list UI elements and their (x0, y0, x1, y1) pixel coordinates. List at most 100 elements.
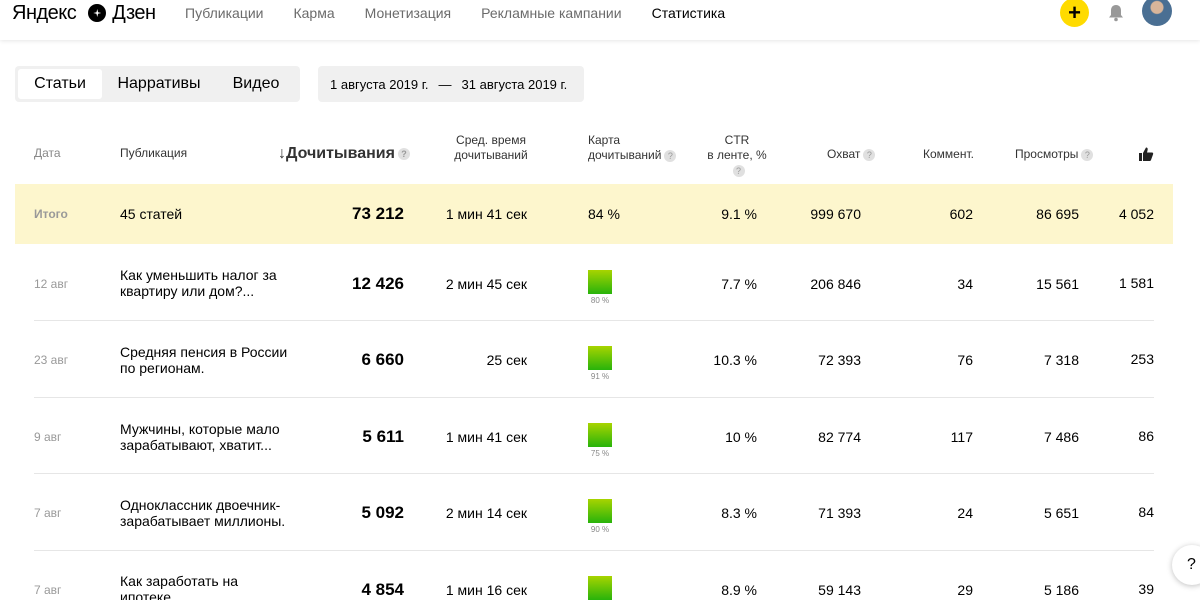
row-reach: 206 846 (810, 276, 861, 292)
content-type-tabs: Статьи Нарративы Видео (15, 66, 300, 102)
row-reads: 6 660 (361, 350, 404, 369)
total-publication: 45 статей (120, 206, 183, 222)
col-reach[interactable]: Охват? (827, 147, 876, 162)
row-date: 7 авг (34, 506, 62, 520)
row-likes: 1 581 (1118, 275, 1154, 291)
read-map-percent: 90 % (590, 525, 610, 534)
row-avg-time: 25 сек (486, 352, 527, 368)
row-ctr: 10 % (725, 429, 757, 445)
col-ctr[interactable]: CTR в ленте, %? (702, 133, 772, 178)
row-date: 23 авг (34, 353, 69, 367)
row-views: 5 651 (1043, 505, 1079, 521)
row-likes: 84 (1138, 504, 1154, 520)
row-title-link[interactable]: Одноклассник двоечник-зарабатывает милли… (120, 497, 290, 529)
row-views: 5 186 (1043, 582, 1079, 598)
date-to: 31 августа 2019 г. (461, 76, 568, 92)
row-date: 12 авг (34, 277, 69, 291)
row-ctr: 10.3 % (713, 352, 757, 368)
read-map-thumbnail[interactable] (588, 499, 612, 523)
col-views-label: Просмотры (1015, 147, 1079, 161)
row-avg-time: 1 мин 41 сек (445, 429, 527, 445)
help-icon[interactable]: ? (397, 147, 410, 160)
row-likes: 39 (1138, 581, 1154, 597)
col-reads-label: ↓Дочитывания (278, 145, 395, 162)
row-reach: 59 143 (818, 582, 861, 598)
row-ctr: 8.3 % (721, 505, 757, 521)
row-reads: 12 426 (352, 274, 404, 293)
read-map-percent: 75 % (590, 449, 610, 458)
help-icon[interactable]: ? (732, 164, 745, 177)
col-map-line1: Карта (588, 133, 621, 147)
total-avg-time: 1 мин 41 сек (445, 206, 527, 222)
row-divider (34, 473, 1154, 474)
logo-yandex-text: Яндекс (12, 1, 77, 24)
col-read-map[interactable]: Карта дочитываний? (588, 133, 677, 163)
col-avg-time[interactable]: Сред. время дочитываний (454, 133, 528, 163)
read-map-thumbnail[interactable] (588, 576, 612, 600)
col-reach-label: Охват (827, 147, 861, 161)
total-reads: 73 212 (352, 204, 404, 223)
read-map-thumbnail[interactable] (588, 423, 612, 447)
date-range-picker[interactable]: 1 августа 2019 г. — 31 августа 2019 г. (318, 66, 584, 102)
logo-zen-text: Дзен (112, 1, 156, 24)
col-ctr-line1: CTR (724, 133, 750, 147)
read-map-percent: 80 % (590, 296, 610, 305)
tab-articles[interactable]: Статьи (18, 69, 102, 99)
help-icon[interactable]: ? (664, 149, 677, 162)
total-ctr: 9.1 % (721, 206, 757, 222)
row-title-link[interactable]: Мужчины, которые мало зарабатывают, хват… (120, 421, 290, 453)
row-reach: 71 393 (818, 505, 861, 521)
row-ctr: 8.9 % (721, 582, 757, 598)
row-likes: 86 (1138, 428, 1154, 444)
row-likes: 253 (1130, 351, 1154, 367)
tab-narratives[interactable]: Нарративы (102, 69, 216, 99)
read-map-thumbnail[interactable] (588, 270, 612, 294)
nav-karma[interactable]: Карма (293, 5, 334, 21)
help-button[interactable]: ? (1172, 545, 1200, 585)
row-avg-time: 2 мин 45 сек (445, 276, 527, 292)
row-date: 9 авг (34, 430, 62, 444)
row-comments: 117 (950, 429, 973, 445)
row-views: 15 561 (1036, 276, 1079, 292)
main-nav: Публикации Карма Монетизация Рекламные к… (185, 0, 725, 26)
row-reads: 4 854 (361, 580, 404, 599)
tab-video[interactable]: Видео (216, 69, 296, 99)
row-reads: 5 092 (361, 503, 404, 522)
thumbs-up-icon[interactable] (1138, 146, 1154, 162)
nav-publications[interactable]: Публикации (185, 5, 263, 21)
col-publication[interactable]: Публикация (120, 146, 187, 161)
row-divider (34, 397, 1154, 398)
row-views: 7 318 (1043, 352, 1079, 368)
nav-ad-campaigns[interactable]: Рекламные кампании (481, 5, 621, 21)
row-views: 7 486 (1043, 429, 1079, 445)
total-map: 84 % (588, 206, 620, 222)
row-comments: 29 (957, 582, 973, 598)
row-title-link[interactable]: Как уменьшить налог за квартиру или дом?… (120, 267, 290, 299)
row-divider (34, 320, 1154, 321)
add-button[interactable]: + (1060, 0, 1089, 27)
col-avg-time-line2: дочитываний (454, 148, 528, 162)
date-dash: — (438, 76, 452, 92)
top-header: Яндекс Дзен Публикации Карма Монетизация… (0, 0, 1200, 40)
user-avatar[interactable] (1142, 0, 1172, 26)
row-divider (34, 550, 1154, 551)
bell-icon[interactable] (1108, 4, 1124, 22)
help-icon[interactable]: ? (863, 148, 876, 161)
row-comments: 76 (957, 352, 973, 368)
read-map-thumbnail[interactable] (588, 346, 612, 370)
col-reads[interactable]: ↓Дочитывания? (278, 144, 410, 164)
row-reads: 5 611 (362, 427, 404, 446)
row-title-link[interactable]: Средняя пенсия в России по регионам. (120, 344, 290, 376)
total-comments: 602 (949, 206, 973, 222)
col-date[interactable]: Дата (34, 146, 61, 161)
col-views[interactable]: Просмотры? (1015, 147, 1094, 162)
col-comments[interactable]: Коммент. (923, 147, 974, 162)
row-avg-time: 1 мин 16 сек (445, 582, 527, 598)
row-title-link[interactable]: Как заработать на ипотеке (120, 573, 290, 600)
nav-monetization[interactable]: Монетизация (365, 5, 452, 21)
total-label: Итого (34, 207, 68, 221)
row-reach: 82 774 (818, 429, 861, 445)
yandex-zen-logo[interactable]: Яндекс Дзен (12, 0, 156, 26)
help-icon[interactable]: ? (1081, 148, 1094, 161)
nav-statistics[interactable]: Статистика (652, 5, 726, 21)
